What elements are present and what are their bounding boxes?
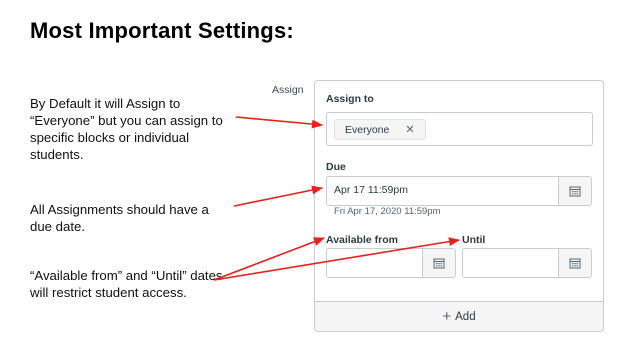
arrow-to-until [213,237,461,281]
arrow-to-available-from [213,237,326,281]
arrow-to-assign-to [235,116,324,129]
arrow-to-due [233,185,324,207]
annotation-arrows [213,116,461,281]
